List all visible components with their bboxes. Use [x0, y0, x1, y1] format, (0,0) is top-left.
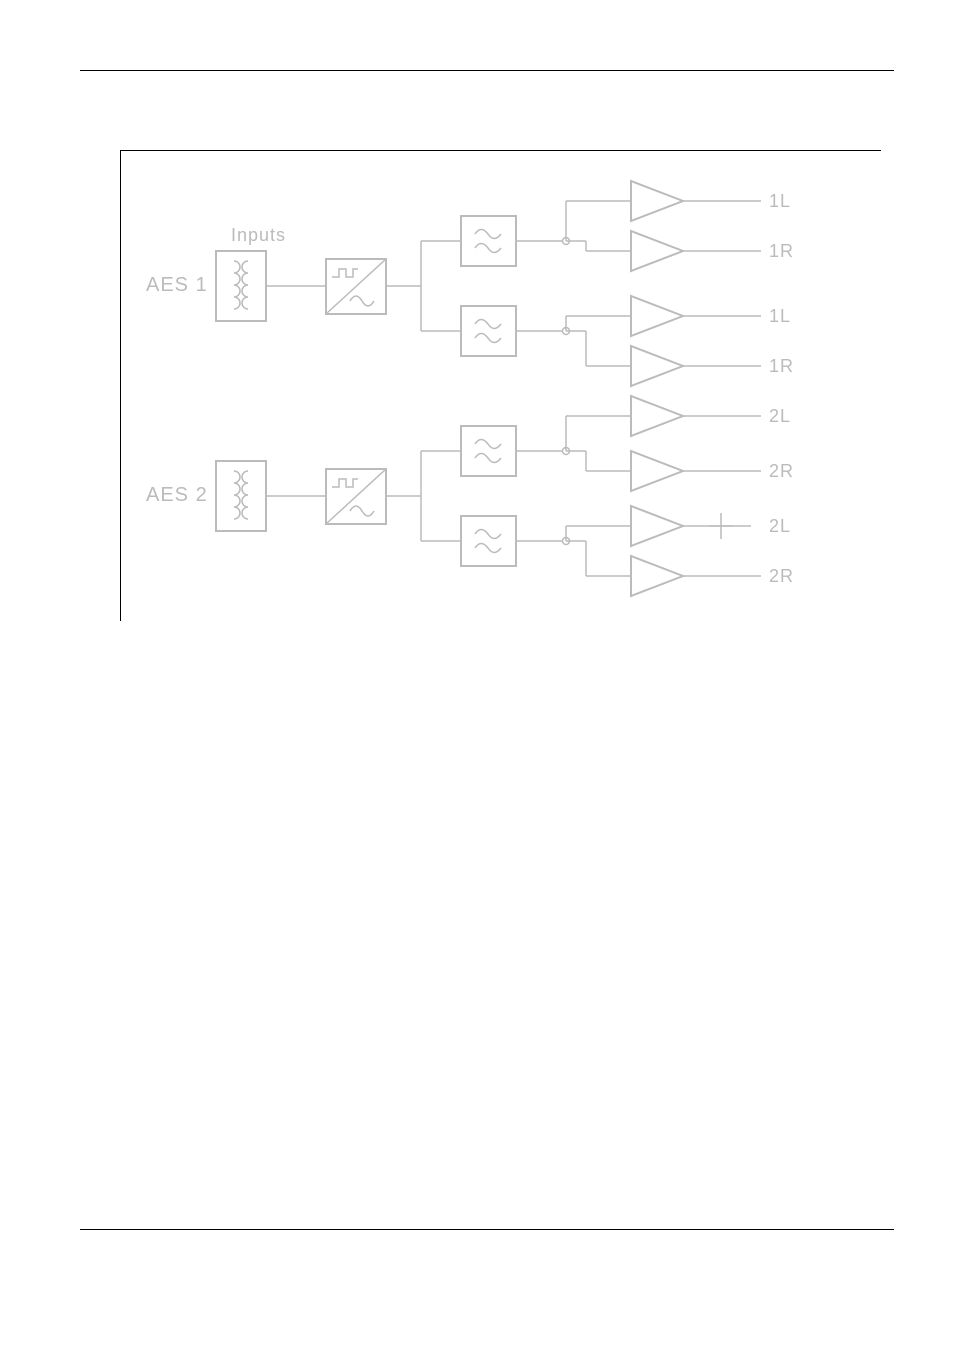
output-1r-b: 1R: [769, 356, 794, 376]
amp-icon-1l-a: [631, 181, 683, 221]
amp-icon-2r-a: [631, 451, 683, 491]
filter-icon-2b: [461, 516, 516, 566]
filter-icon-1b: [461, 306, 516, 356]
filter-icon-2a: [461, 426, 516, 476]
amp-icon-1r-a: [631, 231, 683, 271]
transformer-icon-2: [216, 461, 266, 531]
output-1l-b: 1L: [769, 306, 791, 326]
dac-icon-1: [326, 259, 386, 314]
output-2r-a: 2R: [769, 461, 794, 481]
output-2l-b: 2L: [769, 516, 791, 536]
output-1l-a: 1L: [769, 191, 791, 211]
transformer-icon-1: [216, 251, 266, 321]
top-rule: [80, 70, 894, 71]
input-label-aes2: AES 2: [146, 484, 208, 506]
output-2r-b: 2R: [769, 566, 794, 586]
channel-aes1: AES 1 Inputs 1L: [146, 181, 794, 386]
inputs-heading: Inputs: [231, 225, 286, 245]
amp-icon-1l-b: [631, 296, 683, 336]
input-label-aes1: AES 1: [146, 274, 208, 296]
bottom-rule: [80, 1229, 894, 1230]
output-1r-a: 1R: [769, 241, 794, 261]
output-2l-a: 2L: [769, 406, 791, 426]
filter-icon-1a: [461, 216, 516, 266]
amp-icon-1r-b: [631, 346, 683, 386]
channel-aes2: AES 2 2L: [146, 396, 794, 596]
amp-icon-2l-b: [631, 506, 683, 546]
amp-icon-2l-a: [631, 396, 683, 436]
block-diagram: AES 1 Inputs 1L: [120, 150, 881, 621]
amp-icon-2r-b: [631, 556, 683, 596]
page: AES 1 Inputs 1L: [0, 0, 954, 1350]
dac-icon-2: [326, 469, 386, 524]
